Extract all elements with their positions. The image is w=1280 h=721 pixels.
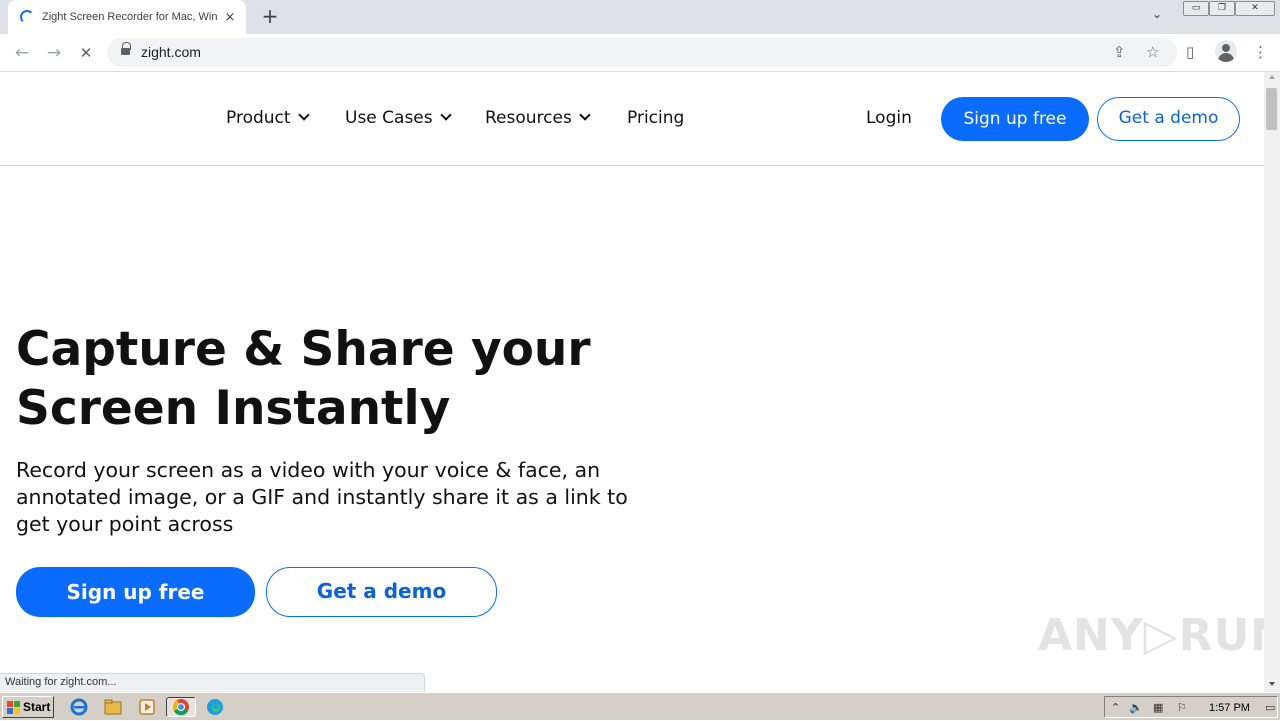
action-center-flag-icon[interactable]: ⚐ [1177, 701, 1187, 714]
forward-arrow-icon[interactable]: → [43, 42, 65, 64]
chevron-down-icon [439, 109, 452, 121]
lock-icon[interactable] [121, 42, 131, 57]
browser-tab-active[interactable]: Zight Screen Recorder for Mac, Windows × [8, 0, 246, 34]
taskbar-clock[interactable]: 1:57 PM [1209, 702, 1250, 714]
tab-title: Zight Screen Recorder for Mac, Windows [42, 11, 218, 23]
windows-taskbar: Start ⌃ 🔈 ▦ ⚐ 1:57 PM ▭ [0, 692, 1280, 720]
side-panel-icon[interactable]: ▯ [1186, 43, 1194, 61]
media-player-icon[interactable] [136, 697, 158, 717]
site-header: Product Use Cases Resources Pricing Logi… [0, 72, 1264, 166]
anyrun-watermark: ANY▷RUN [1038, 610, 1264, 661]
browser-toolbar: ← → ✕ zight.com ⇪ ☆ ▯ ⋮ [0, 34, 1280, 72]
network-icon[interactable]: ▦ [1153, 701, 1163, 714]
new-tab-button[interactable]: + [258, 5, 282, 29]
window-minimize-button[interactable]: ▭ [1183, 1, 1209, 16]
tab-close-icon[interactable]: × [222, 10, 238, 25]
hero-subtitle: Record your screen as a video with your … [16, 458, 628, 536]
back-arrow-icon[interactable]: ← [11, 42, 33, 64]
hero-demo-button[interactable]: Get a demo [266, 567, 497, 617]
window-close-button[interactable]: ✕ [1235, 1, 1275, 16]
volume-icon[interactable]: 🔈 [1129, 701, 1143, 714]
nav-pricing-label: Pricing [627, 108, 685, 128]
nav-resources[interactable]: Resources [485, 108, 591, 128]
page-viewport: Product Use Cases Resources Pricing Logi… [0, 72, 1264, 692]
tray-expand-icon[interactable]: ⌃ [1111, 701, 1120, 714]
window-restore-button[interactable]: ❐ [1209, 1, 1235, 16]
edge-icon[interactable] [204, 697, 226, 717]
nav-resources-label: Resources [485, 108, 572, 128]
scroll-up-arrow-icon[interactable] [1269, 75, 1275, 79]
login-link[interactable]: Login [866, 108, 912, 128]
url-text[interactable]: zight.com [141, 44, 201, 60]
address-bar[interactable]: zight.com ⇪ ☆ [107, 38, 1177, 67]
chrome-menu-icon[interactable]: ⋮ [1253, 43, 1268, 61]
hero-signup-button[interactable]: Sign up free [16, 567, 255, 617]
header-signup-button[interactable]: Sign up free [941, 97, 1089, 141]
share-icon[interactable]: ⇪ [1113, 43, 1126, 61]
chevron-down-icon [579, 109, 591, 121]
nav-product-label: Product [226, 108, 291, 128]
profile-avatar-icon[interactable] [1215, 40, 1237, 62]
scrollbar-thumb[interactable] [1266, 88, 1277, 130]
browser-tab-strip: Zight Screen Recorder for Mac, Windows ×… [0, 0, 1280, 34]
chrome-icon[interactable] [166, 697, 196, 717]
page-scrollbar[interactable] [1264, 72, 1280, 692]
start-label: Start [23, 700, 51, 714]
tab-search-icon[interactable]: ⌄ [1152, 7, 1162, 21]
system-tray: ⌃ 🔈 ▦ ⚐ 1:57 PM ▭ [1104, 696, 1278, 718]
nav-pricing[interactable]: Pricing [627, 108, 684, 128]
bookmark-star-icon[interactable]: ☆ [1146, 43, 1159, 61]
start-button[interactable]: Start [2, 696, 54, 718]
header-demo-button[interactable]: Get a demo [1097, 97, 1240, 141]
status-bubble: Waiting for zight.com... [0, 673, 425, 692]
hero-title: Capture & Share your Screen Instantly [16, 322, 591, 436]
internet-explorer-icon[interactable] [68, 697, 90, 717]
file-explorer-icon[interactable] [102, 697, 124, 717]
stop-loading-icon[interactable]: ✕ [75, 42, 97, 64]
nav-use-cases-label: Use Cases [345, 108, 433, 128]
show-desktop-icon[interactable]: ▭ [1265, 701, 1275, 714]
nav-use-cases[interactable]: Use Cases [345, 108, 452, 128]
windows-logo-icon [7, 701, 20, 714]
scroll-down-arrow-icon[interactable] [1269, 682, 1275, 686]
nav-product[interactable]: Product [226, 108, 310, 128]
chevron-down-icon [297, 109, 310, 121]
loading-spinner-icon [20, 10, 34, 24]
